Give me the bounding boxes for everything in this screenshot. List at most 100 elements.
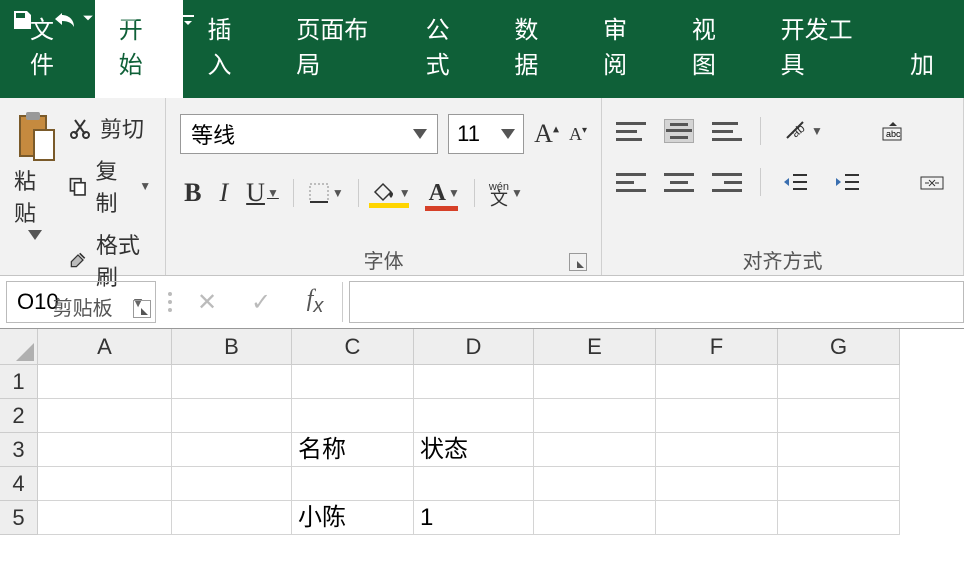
cell[interactable]: 状态 <box>414 433 534 467</box>
cell[interactable] <box>172 399 292 433</box>
paste-button[interactable]: 粘贴 <box>14 106 56 240</box>
cell[interactable] <box>656 467 778 501</box>
tab-developer[interactable]: 开发工具 <box>757 0 886 98</box>
tab-view[interactable]: 视图 <box>668 0 757 98</box>
align-right-button[interactable] <box>712 170 742 194</box>
chevron-down-icon <box>28 230 42 240</box>
row-header[interactable]: 3 <box>0 433 38 467</box>
column-header[interactable]: G <box>778 329 900 365</box>
cell[interactable] <box>778 433 900 467</box>
cell[interactable] <box>778 501 900 535</box>
font-name-combo[interactable]: 等线 <box>180 114 438 154</box>
font-launcher[interactable] <box>569 253 587 271</box>
increase-indent-button[interactable] <box>831 169 865 195</box>
italic-button[interactable]: I <box>216 176 233 210</box>
cell[interactable] <box>778 467 900 501</box>
border-button[interactable]: ▼ <box>304 180 348 206</box>
tab-page-layout[interactable]: 页面布局 <box>272 0 401 98</box>
column-header[interactable]: D <box>414 329 534 365</box>
cut-label: 剪切 <box>100 112 144 144</box>
cell[interactable] <box>38 365 172 399</box>
cell[interactable] <box>292 399 414 433</box>
tab-formulas[interactable]: 公式 <box>402 0 491 98</box>
cell[interactable] <box>172 365 292 399</box>
formula-input[interactable] <box>349 281 964 323</box>
chevron-down-icon <box>413 129 427 139</box>
tab-data[interactable]: 数据 <box>490 0 579 98</box>
font-name-value: 等线 <box>191 118 235 150</box>
font-size-value: 11 <box>457 121 480 147</box>
align-center-button[interactable] <box>664 170 694 194</box>
column-header[interactable]: E <box>534 329 656 365</box>
tab-insert[interactable]: 插入 <box>183 0 272 98</box>
cell[interactable] <box>172 433 292 467</box>
row-header[interactable]: 1 <box>0 365 38 399</box>
cell[interactable]: 1 <box>414 501 534 535</box>
column-header[interactable]: F <box>656 329 778 365</box>
group-alignment: ab ▼ abc <box>602 98 964 275</box>
cell[interactable] <box>656 365 778 399</box>
cell[interactable] <box>292 365 414 399</box>
align-top-button[interactable] <box>616 119 646 143</box>
cell[interactable] <box>414 467 534 501</box>
formula-bar-grip[interactable] <box>160 292 180 312</box>
column-header[interactable]: C <box>292 329 414 365</box>
underline-button[interactable]: U▼ <box>242 176 283 210</box>
cut-button[interactable]: 剪切 <box>68 112 151 144</box>
cell[interactable] <box>656 399 778 433</box>
row-header[interactable]: 2 <box>0 399 38 433</box>
align-bottom-button[interactable] <box>712 119 742 143</box>
cell[interactable] <box>534 467 656 501</box>
cell[interactable] <box>172 467 292 501</box>
cell[interactable]: 名称 <box>292 433 414 467</box>
spreadsheet-grid: ABCDEFG 123名称状态45小陈1 <box>0 329 964 535</box>
accept-formula-button[interactable]: ✓ <box>234 288 288 317</box>
copy-button[interactable]: 复制 ▼ <box>68 154 151 218</box>
cell[interactable] <box>172 501 292 535</box>
font-color-button[interactable]: A ▼ <box>425 178 464 209</box>
cell[interactable] <box>38 399 172 433</box>
orientation-button[interactable]: ab ▼ <box>779 116 827 146</box>
group-clipboard: 粘贴 剪切 复制 ▼ 格式刷 剪贴板 <box>0 98 166 275</box>
cell[interactable] <box>38 433 172 467</box>
fill-color-button[interactable]: ▼ <box>369 180 415 206</box>
font-size-combo[interactable]: 11 <box>448 114 524 154</box>
group-font-title: 字体 <box>364 245 404 274</box>
cell[interactable] <box>534 365 656 399</box>
shrink-font-button[interactable]: A▾ <box>569 124 587 145</box>
cancel-formula-button[interactable]: ✕ <box>180 288 234 317</box>
tab-addins[interactable]: 加 <box>886 31 958 98</box>
grow-font-button[interactable]: A▴ <box>534 119 559 149</box>
cell[interactable] <box>778 399 900 433</box>
align-middle-button[interactable] <box>664 119 694 143</box>
cell[interactable] <box>656 501 778 535</box>
cell[interactable] <box>414 365 534 399</box>
cell[interactable] <box>292 467 414 501</box>
clipboard-launcher[interactable] <box>133 300 151 318</box>
svg-text:ab: ab <box>788 121 807 141</box>
cell[interactable] <box>534 399 656 433</box>
cell[interactable]: 小陈 <box>292 501 414 535</box>
cell[interactable] <box>38 467 172 501</box>
cell[interactable] <box>414 399 534 433</box>
tab-review[interactable]: 审阅 <box>579 0 668 98</box>
cell[interactable] <box>656 433 778 467</box>
bold-button[interactable]: B <box>180 176 205 210</box>
cell[interactable] <box>778 365 900 399</box>
merge-center-button[interactable] <box>915 169 949 195</box>
decrease-indent-button[interactable] <box>779 169 813 195</box>
cell[interactable] <box>534 501 656 535</box>
row-header[interactable]: 4 <box>0 467 38 501</box>
cell[interactable] <box>534 433 656 467</box>
phonetic-guide-button[interactable]: wén文 ▼ <box>485 179 527 207</box>
wrap-text-button[interactable]: abc <box>877 118 907 144</box>
align-left-button[interactable] <box>616 170 646 194</box>
redo-button[interactable] <box>112 9 154 31</box>
column-header[interactable]: A <box>38 329 172 365</box>
tab-file[interactable]: 文件 <box>6 0 95 98</box>
column-header[interactable]: B <box>172 329 292 365</box>
insert-function-button[interactable]: fx <box>288 286 342 318</box>
row-header[interactable]: 5 <box>0 501 38 535</box>
select-all-button[interactable] <box>0 329 38 365</box>
cell[interactable] <box>38 501 172 535</box>
